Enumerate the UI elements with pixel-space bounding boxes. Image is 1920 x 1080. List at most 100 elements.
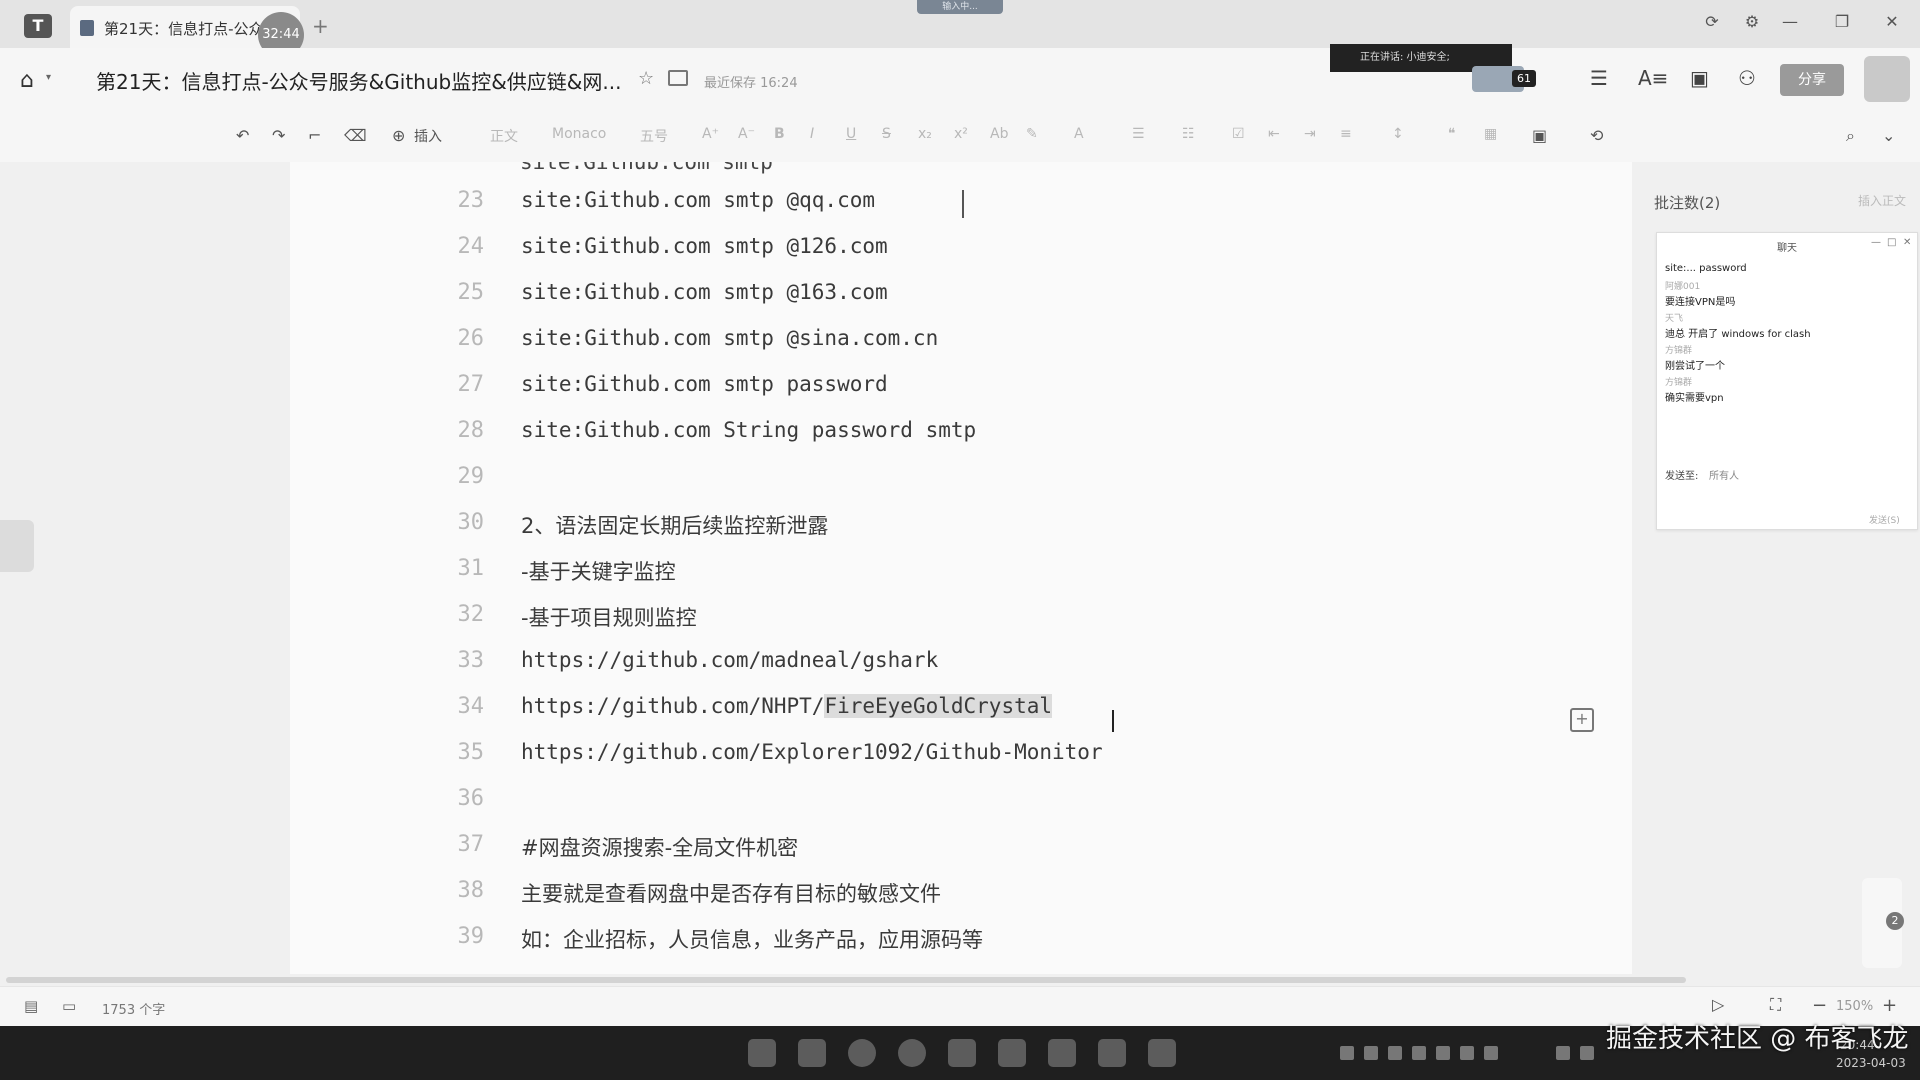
comments-count[interactable]: 批注数(2) [1654, 192, 1720, 213]
indent-increase-icon[interactable]: ⇥ [1304, 126, 1316, 142]
clear-format-icon[interactable]: ⌫ [344, 126, 367, 145]
redo-icon[interactable]: ↷ [272, 126, 285, 145]
tray-icon[interactable] [1388, 1046, 1402, 1060]
zoom-in-button[interactable]: + [1882, 995, 1897, 1016]
font-color-icon[interactable]: A [1074, 126, 1084, 142]
document-title[interactable]: 第21天：信息打点-公众号服务&Github监控&供应链&网... [96, 66, 621, 95]
subscript-icon[interactable]: x₂ [918, 126, 932, 142]
chat-recipient-select[interactable]: 所有人 [1709, 467, 1739, 482]
app-logo-icon[interactable]: T [24, 14, 52, 38]
code-line-34[interactable]: 34 https://github.com/NHPT/FireEyeGoldCr… [290, 694, 1632, 734]
indent-decrease-icon[interactable]: ⇤ [1268, 126, 1280, 142]
highlight-icon[interactable]: ✎ [1026, 126, 1038, 142]
code-line-32[interactable]: 32 -基于项目规则监控 [290, 602, 1632, 642]
docs-app-icon[interactable] [998, 1039, 1026, 1067]
tray-icon[interactable] [1436, 1046, 1450, 1060]
table-icon[interactable]: ▦ [1484, 126, 1497, 142]
format-painter-icon[interactable]: ⌐ [308, 126, 321, 145]
chevron-down-icon[interactable]: ⌄ [1882, 126, 1895, 145]
superscript-icon[interactable]: x² [954, 126, 968, 142]
code-line-31[interactable]: 31 -基于关键字监控 [290, 556, 1632, 596]
fullscreen-icon[interactable]: ⛶ [1770, 995, 1781, 1015]
chevron-down-icon[interactable]: ▾ [46, 72, 51, 83]
image-icon[interactable]: ▣ [1532, 126, 1547, 145]
code-line-26[interactable]: 26 site:Github.com smtp @sina.com.cn [290, 326, 1632, 366]
code-line-29[interactable]: 29 [290, 464, 1632, 504]
bold-icon[interactable]: B [774, 126, 785, 142]
restore-button[interactable]: ❐ [1830, 12, 1854, 31]
tray-icon[interactable] [1556, 1046, 1570, 1060]
home-icon[interactable]: ⌂ [20, 68, 34, 93]
app-icon[interactable] [948, 1039, 976, 1067]
star-icon[interactable]: ☆ [638, 68, 654, 89]
file-explorer-icon[interactable] [798, 1039, 826, 1067]
chrome-browser-icon[interactable] [898, 1039, 926, 1067]
selected-text[interactable]: FireEyeGoldCrystal [824, 694, 1053, 718]
avatar[interactable] [1864, 56, 1910, 102]
shield-app-icon[interactable] [1148, 1039, 1176, 1067]
scrollbar-thumb[interactable] [6, 977, 1686, 983]
folder-icon[interactable] [668, 70, 688, 86]
font-size-select[interactable]: 五号 [640, 126, 668, 146]
outline-toggle[interactable] [0, 520, 34, 572]
code-line-23[interactable]: 23 site:Github.com smtp @qq.com [290, 188, 1632, 228]
italic-icon[interactable]: I [810, 126, 814, 142]
grow-font-icon[interactable]: A⁺ [702, 126, 719, 142]
horizontal-scrollbar[interactable] [0, 974, 1920, 986]
menu-icon[interactable]: ☰ [1590, 66, 1608, 90]
undo-icon[interactable]: ↶ [236, 126, 249, 145]
search-icon[interactable]: ⌕ [1846, 126, 1855, 146]
paragraph-style-select[interactable]: 正文 [490, 126, 518, 146]
bullet-list-icon[interactable]: ☰ [1132, 126, 1145, 142]
align-icon[interactable]: ≡ [1340, 126, 1352, 142]
meeting-app-icon[interactable] [1098, 1039, 1126, 1067]
settings-icon[interactable]: ⚙ [1740, 12, 1764, 31]
word-count[interactable]: 1753 个字 [102, 999, 165, 1018]
document-page[interactable]: site:Github.com smtp 23 site:Github.com … [290, 162, 1632, 974]
present-icon[interactable]: ▣ [1690, 66, 1709, 90]
chat-maximize-button[interactable]: □ [1887, 237, 1896, 248]
tray-icon[interactable] [1340, 1046, 1354, 1060]
code-line-27[interactable]: 27 site:Github.com smtp password [290, 372, 1632, 412]
more-tools-icon[interactable]: ⟲ [1590, 126, 1603, 145]
font-select[interactable]: Monaco [552, 126, 606, 142]
numbered-list-icon[interactable]: ☷ [1182, 126, 1195, 142]
code-line-35[interactable]: 35 https://github.com/Explorer1092/Githu… [290, 740, 1632, 780]
underline-icon[interactable]: U [846, 126, 856, 142]
quote-icon[interactable]: ❝ [1448, 126, 1456, 142]
code-line-25[interactable]: 25 site:Github.com smtp @163.com [290, 280, 1632, 320]
insert-button[interactable]: 插入 [414, 126, 442, 146]
shrink-font-icon[interactable]: A⁻ [738, 126, 755, 142]
close-button[interactable]: ✕ [1880, 12, 1904, 31]
chat-window[interactable]: 聊天 — □ ✕ site:... password 阿娜001 要连接VPN是… [1656, 232, 1918, 530]
outline-icon[interactable]: ▤ [24, 997, 38, 1015]
page-view-icon[interactable]: ▭ [62, 997, 76, 1015]
text-size-icon[interactable]: A≡ [1638, 66, 1668, 90]
tray-icon[interactable] [1460, 1046, 1474, 1060]
line-spacing-icon[interactable]: ↕ [1392, 126, 1404, 142]
tray-icon[interactable] [1364, 1046, 1378, 1060]
code-line-24[interactable]: 24 site:Github.com smtp @126.com [290, 234, 1632, 274]
minimize-button[interactable]: — [1778, 12, 1802, 31]
new-tab-button[interactable]: + [312, 14, 329, 38]
tray-icon[interactable] [1580, 1046, 1594, 1060]
zoom-out-button[interactable]: − [1812, 995, 1827, 1016]
start-menu-icon[interactable] [748, 1039, 776, 1067]
zoom-level[interactable]: 150% [1836, 999, 1873, 1014]
code-line-28[interactable]: 28 site:Github.com String password smtp [290, 418, 1632, 458]
add-user-icon[interactable]: ⚇ [1738, 66, 1756, 90]
code-line-38[interactable]: 38 主要就是查看网盘中是否存有目标的敏感文件 [290, 878, 1632, 918]
play-icon[interactable]: ▷ [1712, 995, 1724, 1014]
code-line-30[interactable]: 30 2、语法固定长期后续监控新泄露 [290, 510, 1632, 550]
code-line-39[interactable]: 39 如：企业招标，人员信息，业务产品，应用源码等 [290, 924, 1632, 964]
chat-minimize-button[interactable]: — [1871, 237, 1881, 248]
insert-icon[interactable]: ⊕ [392, 126, 405, 145]
tray-icon[interactable] [1412, 1046, 1426, 1060]
checklist-icon[interactable]: ☑ [1232, 126, 1245, 142]
tray-icon[interactable] [1484, 1046, 1498, 1060]
code-line-36[interactable]: 36 [290, 786, 1632, 826]
clock-date[interactable]: 2023-04-03 [1836, 1056, 1906, 1070]
code-line-37[interactable]: 37 #网盘资源搜索-全局文件机密 [290, 832, 1632, 872]
chat-send-button[interactable]: 发送(S) [1869, 513, 1900, 526]
refresh-icon[interactable]: ⟳ [1700, 12, 1724, 31]
